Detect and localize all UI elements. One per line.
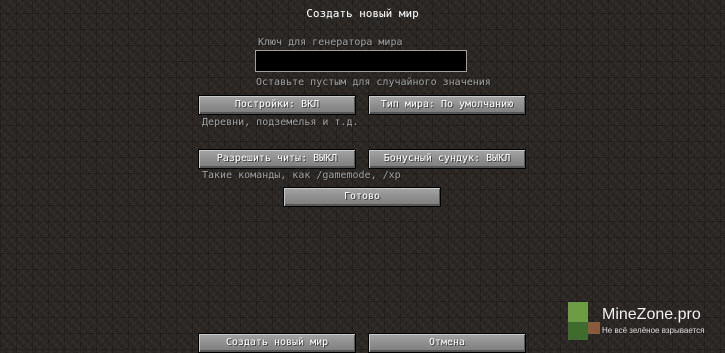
logo-tagline: Не всё зелёное взрывается (602, 326, 705, 335)
structures-button[interactable]: Постройки: ВКЛ (198, 95, 356, 115)
done-button[interactable]: Готово (283, 187, 441, 207)
logo-square-green (568, 302, 588, 322)
bonus-chest-button[interactable]: Бонусный сундук: ВЫКЛ (368, 149, 526, 169)
seed-label: Ключ для генератора мира (258, 37, 403, 48)
cheats-hint: Такие команды, как /gamemode, /xp (202, 170, 401, 181)
create-world-button[interactable]: Создать новый мир (198, 333, 356, 353)
allow-cheats-button[interactable]: Разрешить читы: ВЫКЛ (198, 149, 356, 169)
cancel-button[interactable]: Отмена (368, 333, 526, 353)
logo-square-dark-green (568, 322, 588, 340)
world-type-button[interactable]: Тип мира: По умолчанию (368, 95, 526, 115)
structures-hint: Деревни, подземелья и т.д. (202, 117, 359, 128)
seed-input[interactable] (255, 50, 467, 72)
logo-site-name: MineZone.pro (602, 306, 701, 323)
screen-title: Создать новый мир (306, 7, 419, 20)
seed-hint: Оставьте пустым для случайного значения (256, 77, 491, 88)
logo-square-brown (588, 322, 600, 334)
minezone-watermark: MineZone.pro Не всё зелёное взрывается (564, 300, 725, 350)
